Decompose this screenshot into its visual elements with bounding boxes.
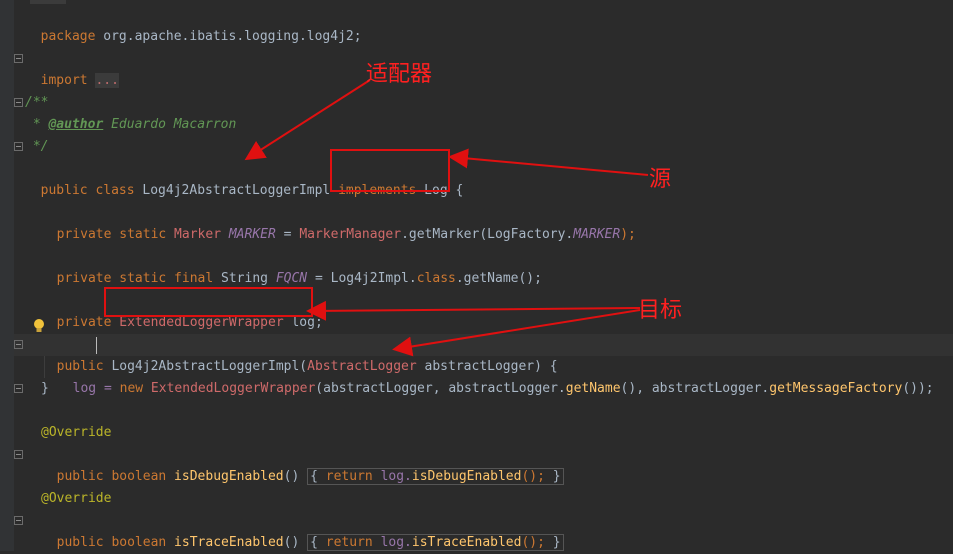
target-arrow-2 [392,309,641,357]
adapter-arrow [244,79,371,161]
adapter-label: 适配器 [366,62,433,87]
annotation-arrows [244,79,649,357]
target-arrow-1 [306,300,641,321]
target-label: 目标 [638,298,683,323]
source-arrow [448,148,649,176]
source-label: 源 [649,167,672,192]
